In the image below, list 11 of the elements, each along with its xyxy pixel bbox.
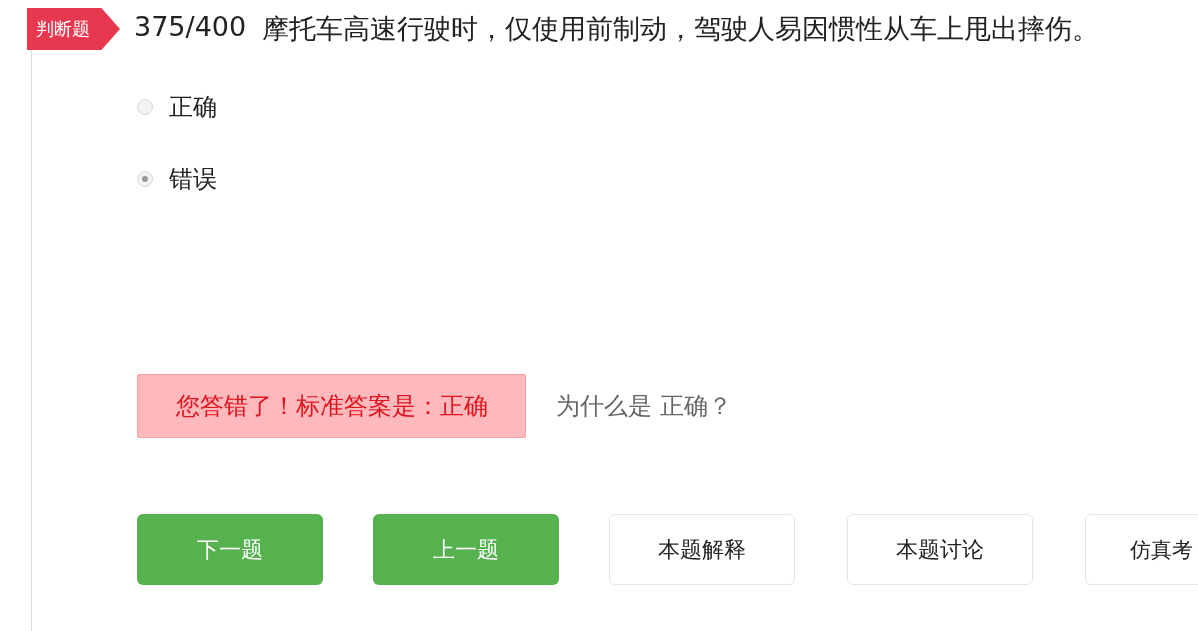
question-text: 摩托车高速行驶时，仅使用前制动，驾驶人易因惯性从车上甩出摔伤。 <box>262 12 1100 46</box>
nav-button[interactable]: 本题解释 <box>609 514 795 585</box>
radio-button[interactable] <box>137 171 153 187</box>
question-type-tag: 判断题 <box>27 8 120 50</box>
answer-option[interactable]: 正确 <box>137 90 1198 124</box>
feedback-message: 您答错了！标准答案是：正确 <box>137 374 526 438</box>
radio-button[interactable] <box>137 99 153 115</box>
answer-option[interactable]: 错误 <box>137 162 1198 196</box>
nav-button[interactable]: 仿真考 <box>1085 514 1198 585</box>
why-link[interactable]: 为什么是 正确？ <box>556 390 732 422</box>
nav-button[interactable]: 本题讨论 <box>847 514 1033 585</box>
